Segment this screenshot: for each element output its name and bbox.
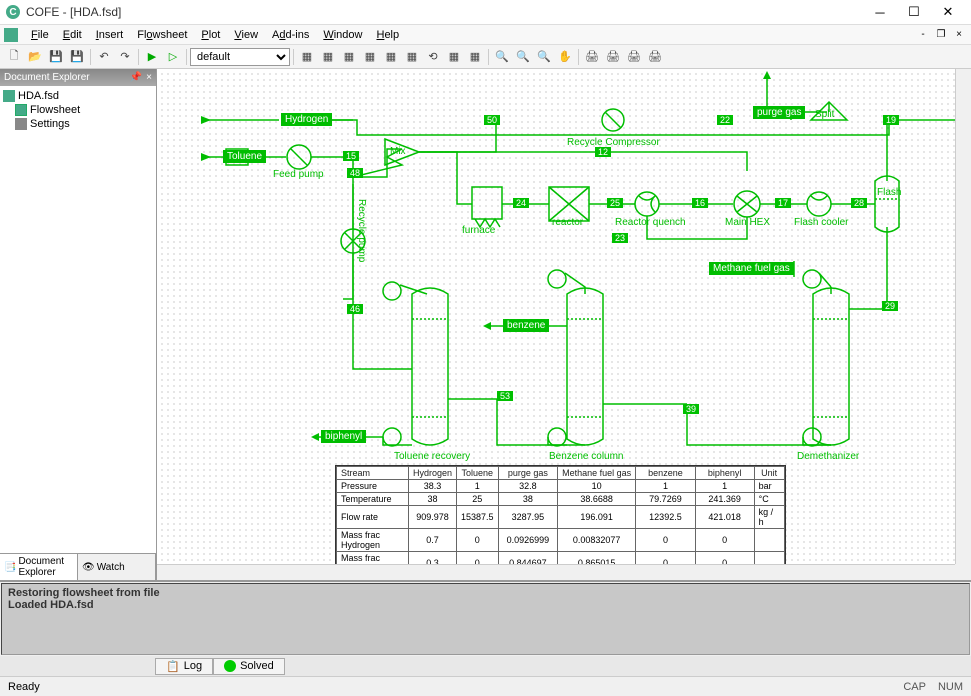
menu-edit[interactable]: Edit <box>56 27 89 43</box>
document-explorer: Document Explorer 📌 × HDA.fsd Flowsheet … <box>0 69 157 580</box>
status-num: NUM <box>938 681 963 693</box>
menu-help[interactable]: Help <box>369 27 406 43</box>
flowsheet-canvas[interactable]: Hydrogen Toluene Feed pump Mix Recycle p… <box>157 69 971 580</box>
app-icon: C <box>6 5 20 19</box>
tb-print1[interactable]: 🖨 <box>582 47 602 67</box>
tb-saveall[interactable]: 💾 <box>67 47 87 67</box>
tb-h[interactable]: ▦ <box>444 47 464 67</box>
tree-flowsheet[interactable]: Flowsheet <box>3 103 153 117</box>
menu-flowsheet[interactable]: Flowsheet <box>130 27 194 43</box>
toolbar: 🗋 📂 💾 💾 ↶ ↷ ▶ ▷ default ▦ ▦ ▦ ▦ ▦ ▦ ⟲ ▦ … <box>0 45 971 69</box>
canvas-scroll-v[interactable] <box>955 69 971 564</box>
tb-pan[interactable]: ✋ <box>555 47 575 67</box>
minimize-button[interactable]: ─ <box>863 1 897 23</box>
tb-zoom2[interactable]: 🔍 <box>513 47 533 67</box>
menu-view[interactable]: View <box>227 27 265 43</box>
maximize-button[interactable]: ☐ <box>897 1 931 23</box>
tb-zoom3[interactable]: 🔍 <box>534 47 554 67</box>
tb-e[interactable]: ▦ <box>381 47 401 67</box>
menu-insert[interactable]: Insert <box>89 27 131 43</box>
tb-print4[interactable]: 🖨 <box>645 47 665 67</box>
explorer-close-icon[interactable]: × <box>146 72 152 83</box>
menu-file[interactable]: File <box>24 27 56 43</box>
explorer-tab-watch[interactable]: 👁 Watch <box>78 554 156 580</box>
mdi-close[interactable]: × <box>951 28 967 42</box>
tb-d[interactable]: ▦ <box>360 47 380 67</box>
stream-table: StreamHydrogenToluenepurge gasMethane fu… <box>335 465 786 580</box>
tb-b[interactable]: ▦ <box>318 47 338 67</box>
tb-c[interactable]: ▦ <box>339 47 359 67</box>
tb-play[interactable]: ▶ <box>142 47 162 67</box>
tb-a[interactable]: ▦ <box>297 47 317 67</box>
menu-bar: File Edit Insert Flowsheet Plot View Add… <box>0 25 971 45</box>
log-panel: Restoring flowsheet from file Loaded HDA… <box>0 580 971 676</box>
tb-step[interactable]: ▷ <box>163 47 183 67</box>
tb-g[interactable]: ⟲ <box>423 47 443 67</box>
tb-f[interactable]: ▦ <box>402 47 422 67</box>
tb-print2[interactable]: 🖨 <box>603 47 623 67</box>
status-ready: Ready <box>8 681 40 693</box>
tb-print3[interactable]: 🖨 <box>624 47 644 67</box>
tree-root[interactable]: HDA.fsd <box>3 89 153 103</box>
tree-settings[interactable]: Settings <box>3 117 153 131</box>
explorer-title: Document Explorer <box>4 72 90 83</box>
menu-plot[interactable]: Plot <box>194 27 227 43</box>
tb-save[interactable]: 💾 <box>46 47 66 67</box>
menu-addins[interactable]: Add-ins <box>265 27 316 43</box>
tab-log[interactable]: 📋 Log <box>155 658 213 675</box>
title-bar: C COFE - [HDA.fsd] ─ ☐ ✕ <box>0 0 971 25</box>
mdi-restore[interactable]: ❐ <box>933 28 949 42</box>
explorer-header: Document Explorer 📌 × <box>0 69 156 86</box>
log-output: Restoring flowsheet from file Loaded HDA… <box>1 583 970 655</box>
status-bar: Ready CAP NUM <box>0 676 971 696</box>
solved-icon <box>224 660 236 672</box>
explorer-tab-doc[interactable]: 📑 Document Explorer <box>0 554 78 580</box>
explorer-tree[interactable]: HDA.fsd Flowsheet Settings <box>0 86 156 553</box>
tb-zoom1[interactable]: 🔍 <box>492 47 512 67</box>
explorer-pin-icon[interactable]: 📌 <box>130 72 142 83</box>
mdi-minimize[interactable]: - <box>915 28 931 42</box>
tb-open[interactable]: 📂 <box>25 47 45 67</box>
close-button[interactable]: ✕ <box>931 1 965 23</box>
menu-window[interactable]: Window <box>316 27 369 43</box>
tb-undo[interactable]: ↶ <box>94 47 114 67</box>
tb-new[interactable]: 🗋 <box>4 47 24 67</box>
status-cap: CAP <box>903 681 926 693</box>
tb-i[interactable]: ▦ <box>465 47 485 67</box>
canvas-scroll-h[interactable] <box>157 564 955 580</box>
window-title: COFE - [HDA.fsd] <box>26 5 863 19</box>
tb-combo-default[interactable]: default <box>190 48 290 66</box>
mdi-icon <box>4 28 18 42</box>
tb-redo[interactable]: ↷ <box>115 47 135 67</box>
tab-solved[interactable]: Solved <box>213 658 285 675</box>
